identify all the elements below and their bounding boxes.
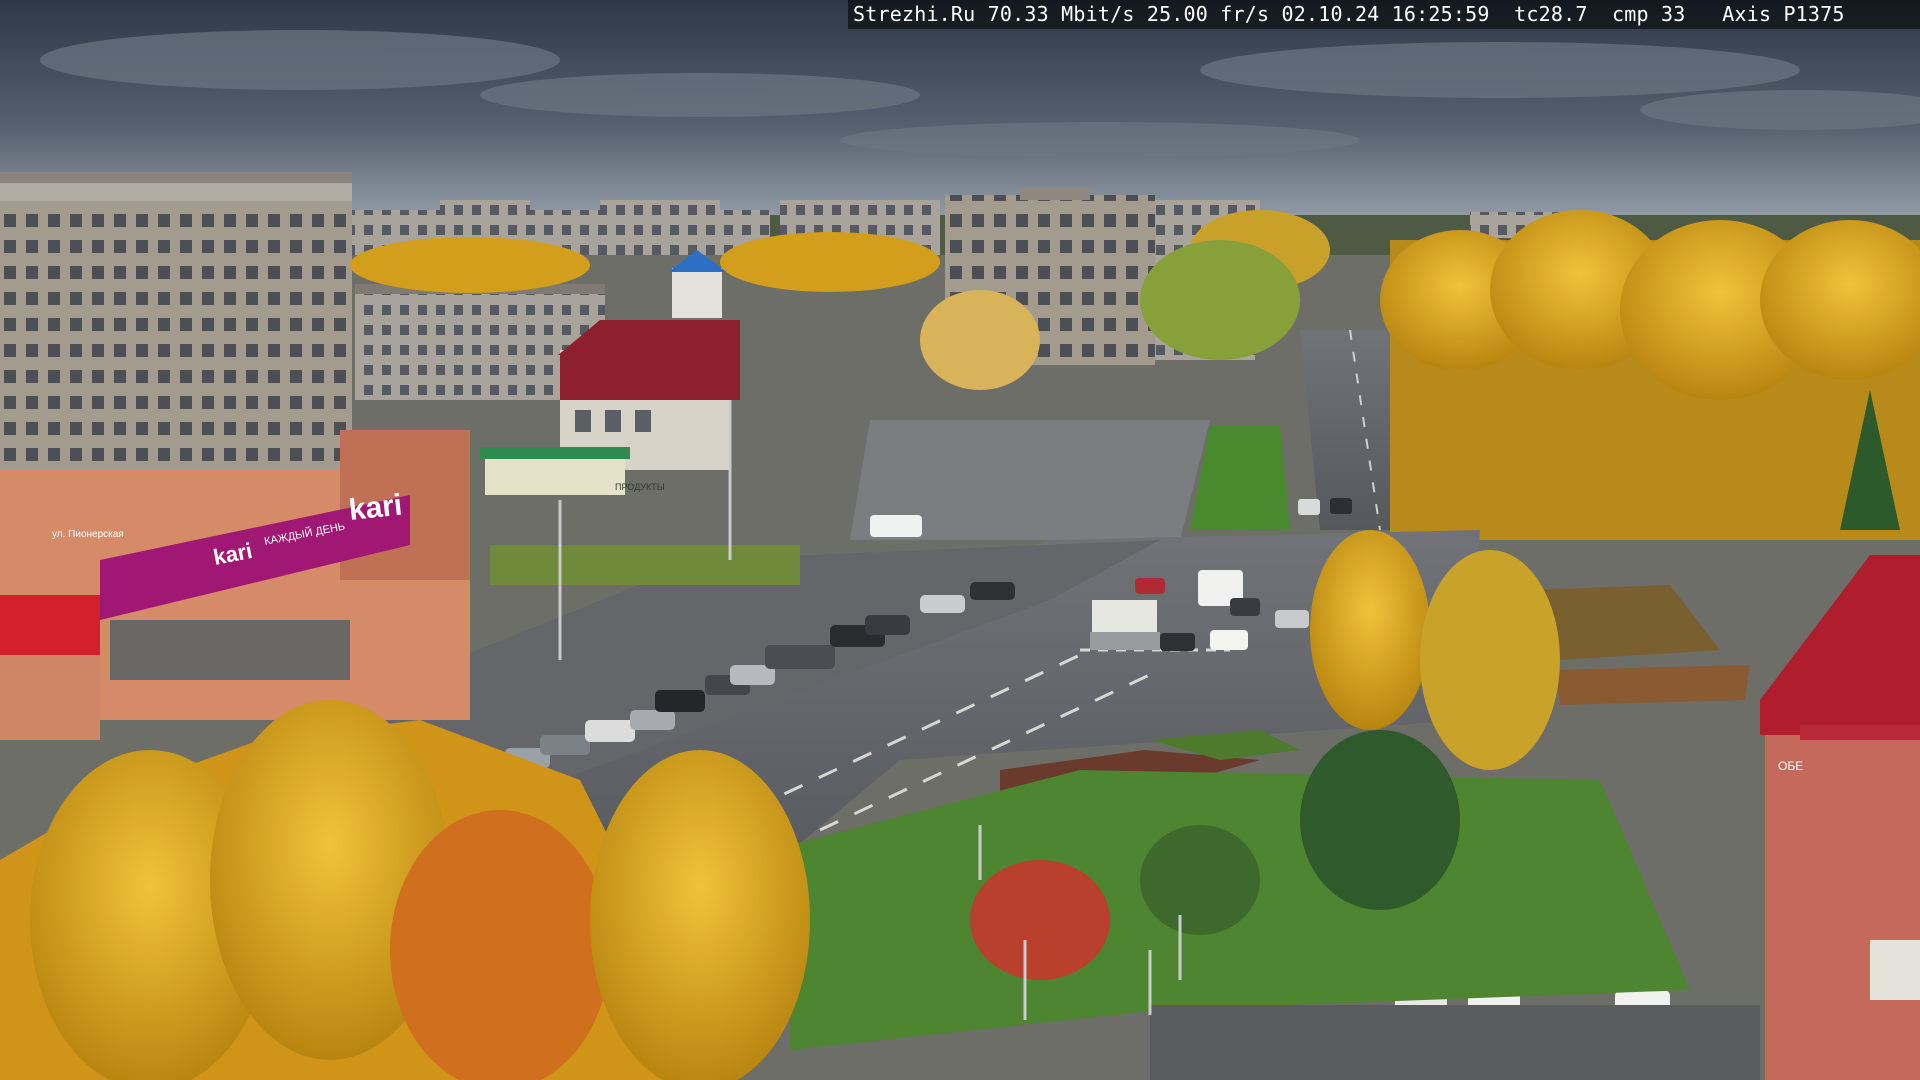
overlay-temperature: tc28.7	[1514, 2, 1588, 26]
overlay-camera-model: Axis P1375	[1722, 2, 1845, 26]
overlay-compression: cmp 33	[1612, 2, 1686, 26]
overlay-date: 02.10.24	[1281, 2, 1380, 26]
right-building-sign: ОБЕ	[1778, 759, 1803, 773]
camera-info-overlay: Strezhi.Ru 70.33 Mbit/s 25.00 fr/s 02.10…	[848, 0, 1920, 29]
kari-sign-main: kari	[347, 489, 404, 527]
city-webcam-scene: kari kari КАЖДЫЙ ДЕНЬ ул. Пионерская ПРО…	[0, 0, 1920, 1080]
right-park-trees	[1380, 210, 1920, 540]
store-plaque: ул. Пионерская	[52, 529, 124, 540]
overlay-framerate: 25.00 fr/s	[1146, 2, 1270, 26]
lower-parking	[1150, 1005, 1760, 1080]
shop-sign: ПРОДУКТЫ	[615, 482, 665, 492]
overlay-bitrate: 70.33 Mbit/s	[987, 2, 1135, 26]
kari-store-building: kari kari КАЖДЫЙ ДЕНЬ ул. Пионерская	[0, 430, 470, 740]
overlay-site: Strezhi.Ru	[853, 2, 976, 26]
overlay-time: 16:25:59	[1391, 2, 1490, 26]
apartment-block-left	[0, 172, 352, 520]
